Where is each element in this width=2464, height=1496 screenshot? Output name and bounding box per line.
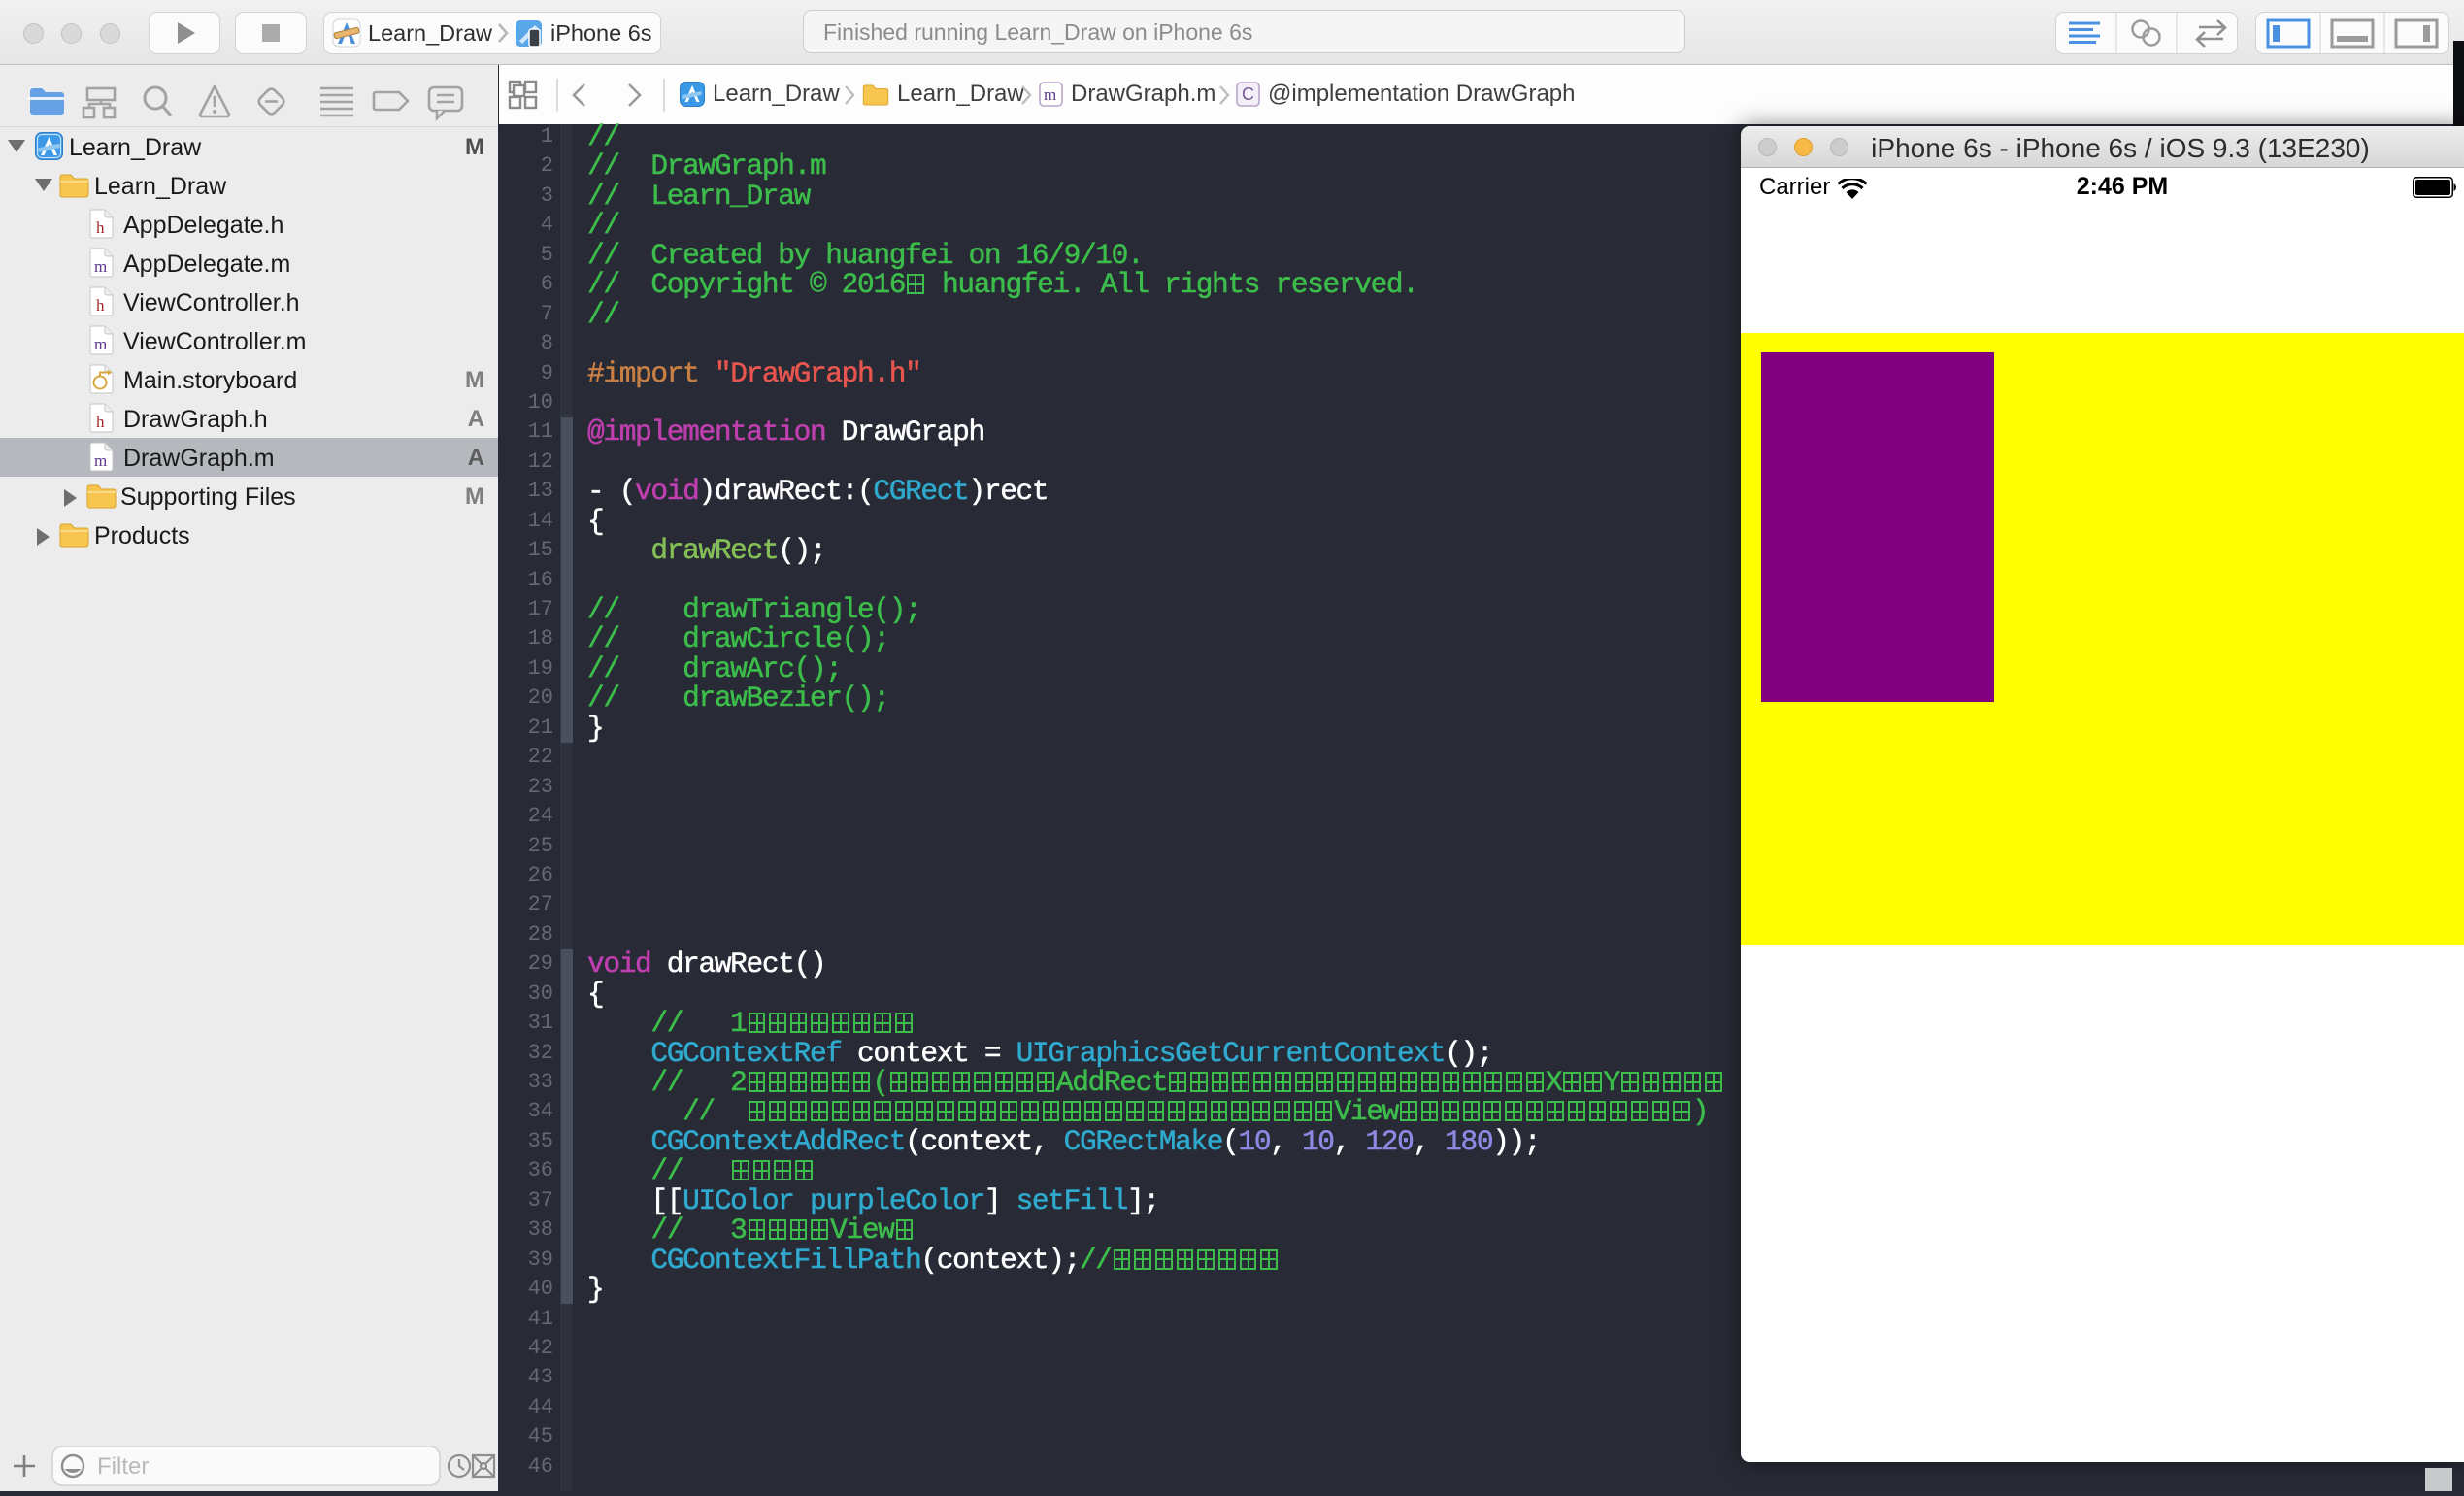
svg-text:h: h (96, 296, 105, 315)
svg-text:Filter: Filter (97, 1453, 149, 1479)
svg-text:m: m (94, 257, 107, 276)
svg-text:iPhone 6s: iPhone 6s (550, 20, 652, 46)
svg-text:m: m (94, 451, 107, 470)
svg-text:Learn_Draw: Learn_Draw (368, 20, 493, 46)
svg-text:h: h (96, 413, 105, 431)
svg-text:C: C (1242, 84, 1254, 104)
svg-text:m: m (94, 335, 107, 353)
svg-text:h: h (96, 218, 105, 237)
svg-text:m: m (1044, 85, 1056, 104)
